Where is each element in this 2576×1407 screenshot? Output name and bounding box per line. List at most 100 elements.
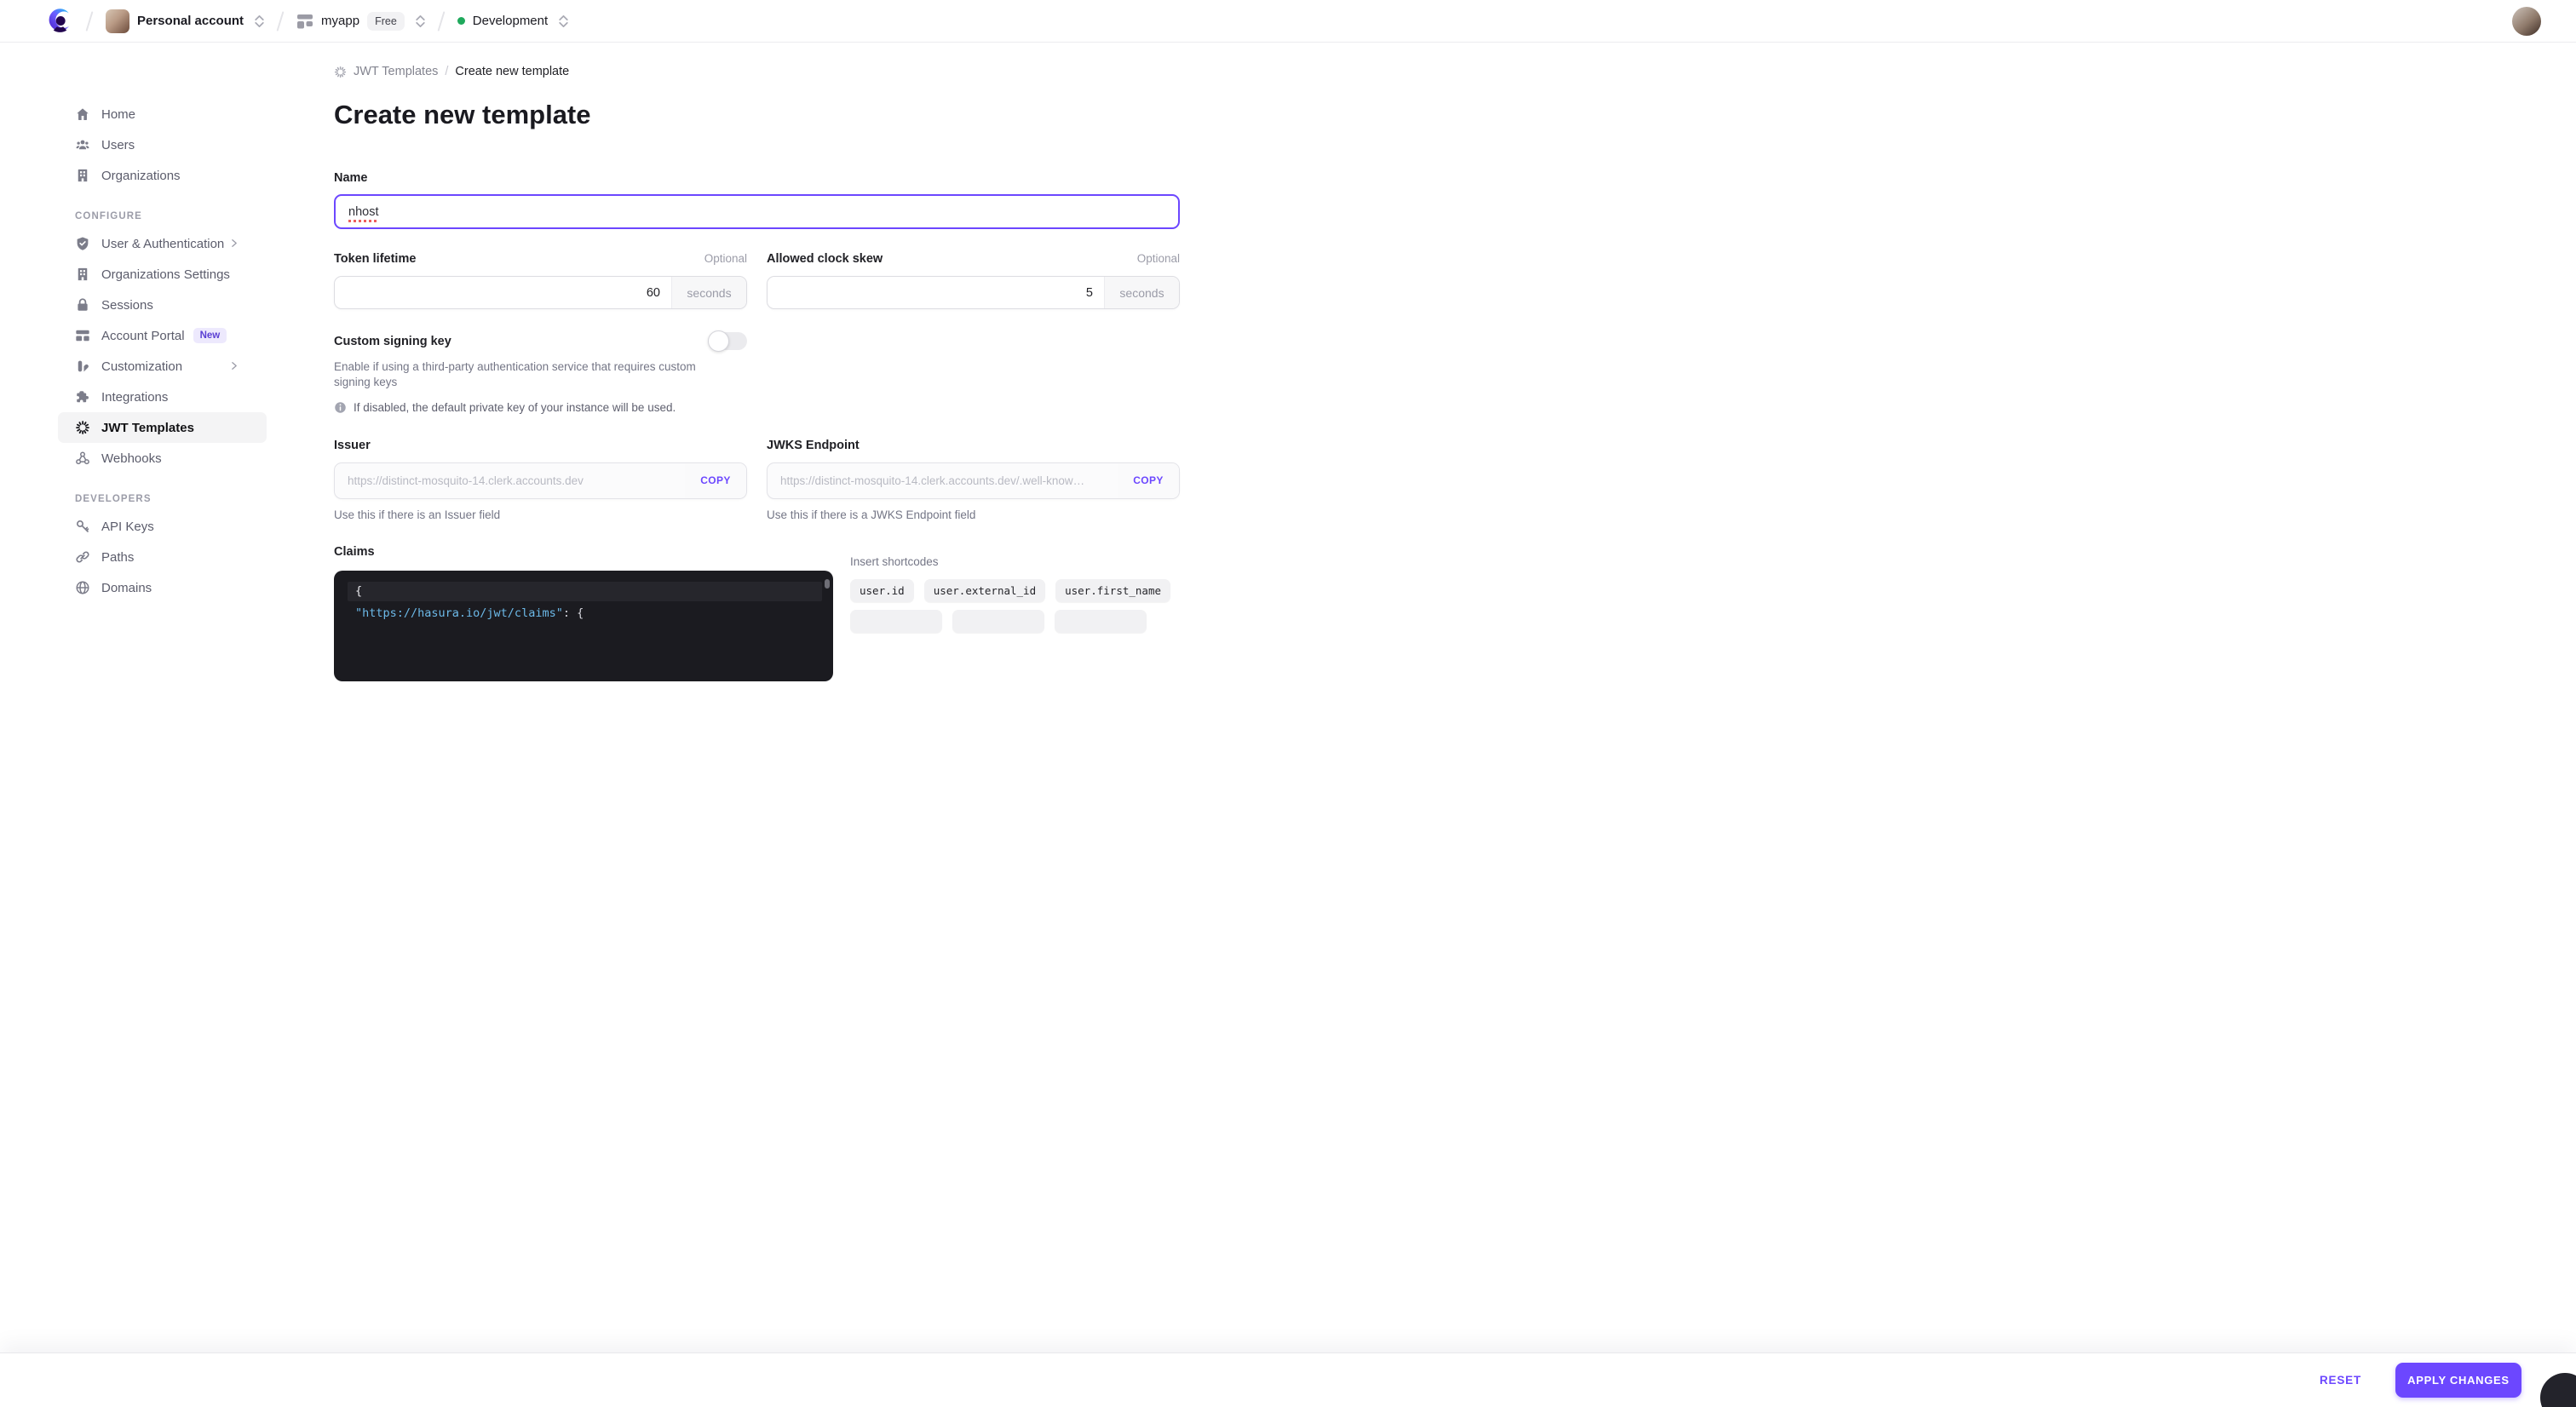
page-title: Create new template <box>334 100 591 129</box>
shortcode-chip[interactable] <box>1055 609 1147 633</box>
building-icon <box>75 168 90 183</box>
header-divider <box>85 10 94 32</box>
sidebar-item-account-portal[interactable]: Account Portal New <box>58 320 267 351</box>
puzzle-icon <box>75 389 90 405</box>
name-input[interactable]: nhost <box>334 194 1180 229</box>
shortcode-chip[interactable]: user.external_id <box>923 578 1046 602</box>
token-lifetime-unit: seconds <box>671 277 746 308</box>
globe-icon <box>75 580 90 595</box>
toggle-knob <box>708 330 729 352</box>
signing-key-info-row: If disabled, the default private key of … <box>334 401 1180 414</box>
sidebar-item-organizations[interactable]: Organizations <box>58 160 267 191</box>
new-badge: New <box>193 328 227 343</box>
clock-skew-input[interactable] <box>768 277 1104 308</box>
jwks-copy-button[interactable]: COPY <box>1118 462 1179 498</box>
app-icon <box>297 14 313 28</box>
sidebar-item-api-keys[interactable]: API Keys <box>58 511 267 542</box>
shield-check-icon <box>75 236 90 251</box>
breadcrumb-current: Create new template <box>455 65 570 78</box>
clock-skew-field: Allowed clock skew Optional seconds <box>767 252 1180 309</box>
info-icon <box>335 401 346 413</box>
name-label: Name <box>334 171 368 185</box>
user-avatar[interactable] <box>2512 7 2541 36</box>
issuer-field: Issuer COPY Use this if there is an Issu… <box>334 439 747 521</box>
breadcrumb-parent[interactable]: JWT Templates <box>354 65 438 78</box>
account-switcher[interactable]: Personal account <box>106 9 264 33</box>
issuer-copy-button[interactable]: COPY <box>685 462 746 498</box>
clock-skew-unit: seconds <box>1104 277 1179 308</box>
signing-key-info-text: If disabled, the default private key of … <box>354 400 676 414</box>
jwks-field: JWKS Endpoint COPY Use this if there is … <box>767 439 1180 521</box>
custom-signing-key-section: Custom signing key Enable if using a thi… <box>334 330 1180 414</box>
custom-signing-key-label: Custom signing key <box>334 334 451 348</box>
sidebar-heading-developers: DEVELOPERS <box>75 494 152 504</box>
shortcode-chip[interactable]: user.id <box>850 578 914 602</box>
sidebar-item-sessions[interactable]: Sessions <box>58 290 267 320</box>
custom-signing-key-description: Enable if using a third-party authentica… <box>334 360 696 388</box>
header-divider <box>437 10 446 32</box>
issuer-input[interactable] <box>335 462 685 498</box>
building-icon <box>75 267 90 282</box>
sidebar-item-paths[interactable]: Paths <box>58 542 267 572</box>
clerk-logo[interactable] <box>47 8 73 34</box>
editor-scrollbar[interactable] <box>825 578 830 589</box>
name-section: Name nhost <box>334 171 1180 229</box>
chevron-right-icon <box>228 360 239 371</box>
sidebar-item-jwt-templates[interactable]: JWT Templates <box>58 412 267 443</box>
home-icon <box>75 106 90 122</box>
shortcodes-label: Insert shortcodes <box>850 554 939 568</box>
jwks-label: JWKS Endpoint <box>767 438 860 452</box>
action-bar: RESET APPLY CHANGES <box>0 1352 2576 1407</box>
shortcode-chip[interactable] <box>850 609 942 633</box>
sidebar-item-organizations-settings[interactable]: Organizations Settings <box>58 259 267 290</box>
breadcrumb: JWT Templates / Create new template <box>334 65 1180 78</box>
custom-signing-key-toggle[interactable] <box>708 330 747 352</box>
sidebar-item-customization[interactable]: Customization <box>58 351 267 382</box>
code-line-2: "https://hasura.io/jwt/claims": { <box>355 606 584 621</box>
optional-tag: Optional <box>704 252 747 265</box>
account-avatar <box>106 9 129 33</box>
breadcrumb-separator: / <box>445 65 449 78</box>
token-lifetime-label: Token lifetime <box>334 252 417 266</box>
shortcode-chip[interactable]: user.first_name <box>1055 578 1170 602</box>
sidebar-item-users[interactable]: Users <box>58 129 267 160</box>
jwt-templates-icon <box>334 66 347 78</box>
plan-badge: Free <box>367 11 405 31</box>
environment-name: Development <box>472 14 549 28</box>
claims-code-editor[interactable]: { "https://hasura.io/jwt/claims": { <box>334 570 833 681</box>
jwks-helper: Use this if there is a JWKS Endpoint fie… <box>767 508 976 521</box>
key-icon <box>75 519 90 534</box>
application-switcher[interactable]: myapp Free <box>296 11 425 31</box>
header-divider <box>276 10 285 32</box>
shortcodes-block: Insert shortcodes user.id user.external_… <box>850 545 1180 681</box>
sidebar-item-home[interactable]: Home <box>58 99 267 129</box>
environment-switcher[interactable]: Development <box>457 14 568 28</box>
users-icon <box>75 137 90 152</box>
issuer-helper: Use this if there is an Issuer field <box>334 508 501 521</box>
reset-button[interactable]: RESET <box>2320 1374 2361 1387</box>
claims-section: Claims { "https://hasura.io/jwt/claims":… <box>334 545 1180 681</box>
sidebar-item-integrations[interactable]: Integrations <box>58 382 267 412</box>
chevron-updown-icon <box>559 14 568 27</box>
main-content: JWT Templates / Create new template Crea… <box>334 43 1180 681</box>
lock-icon <box>75 297 90 313</box>
chevron-updown-icon <box>255 14 264 27</box>
app-name: myapp <box>321 14 360 28</box>
account-name: Personal account <box>137 14 244 28</box>
shortcode-chip[interactable] <box>952 609 1044 633</box>
jwt-templates-icon <box>75 420 90 435</box>
sidebar: Home Users Organizations CONFIGURE User … <box>0 43 290 603</box>
sidebar-item-domains[interactable]: Domains <box>58 572 267 603</box>
top-header: Personal account myapp Free Development <box>0 0 2576 43</box>
chevron-updown-icon <box>416 14 425 27</box>
portal-icon <box>75 328 90 343</box>
apply-changes-button[interactable]: APPLY CHANGES <box>2395 1363 2521 1398</box>
name-value: nhost <box>348 204 379 219</box>
sidebar-item-user-authentication[interactable]: User & Authentication <box>58 228 267 259</box>
environment-dot-icon <box>457 17 465 25</box>
jwks-input[interactable] <box>768 462 1118 498</box>
token-lifetime-input[interactable] <box>335 277 671 308</box>
claims-editor-block: Claims { "https://hasura.io/jwt/claims":… <box>334 545 833 681</box>
sidebar-item-webhooks[interactable]: Webhooks <box>58 443 267 474</box>
clock-skew-label: Allowed clock skew <box>767 252 883 266</box>
